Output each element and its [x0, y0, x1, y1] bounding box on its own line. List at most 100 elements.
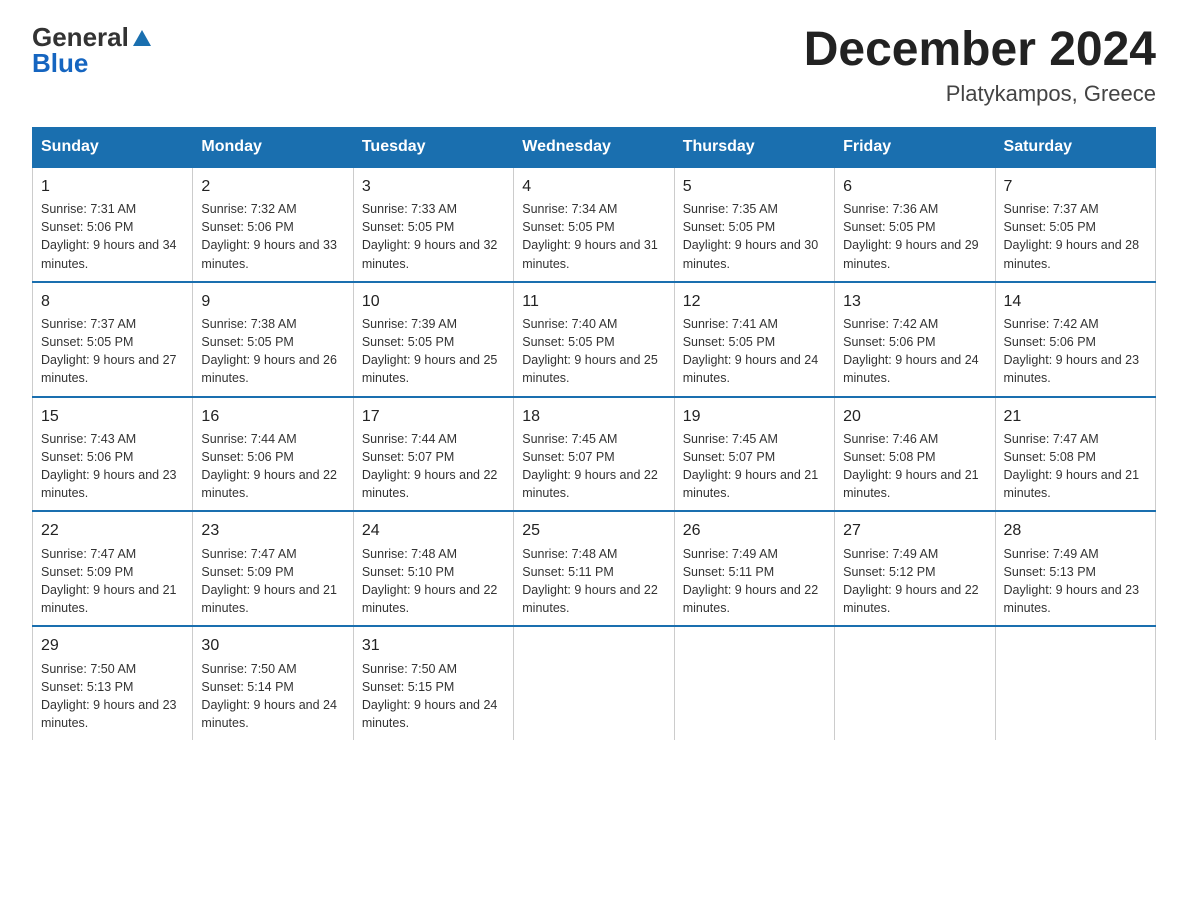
title-block: December 2024 Platykampos, Greece [804, 24, 1156, 107]
day-number: 13 [843, 291, 986, 313]
day-number: 24 [362, 520, 505, 542]
day-number: 25 [522, 520, 665, 542]
day-info: Sunrise: 7:37 AMSunset: 5:05 PMDaylight:… [1004, 200, 1147, 273]
col-friday: Friday [835, 127, 995, 167]
col-tuesday: Tuesday [353, 127, 513, 167]
day-number: 28 [1004, 520, 1147, 542]
calendar-cell: 18 Sunrise: 7:45 AMSunset: 5:07 PMDaylig… [514, 397, 674, 512]
header-row: Sunday Monday Tuesday Wednesday Thursday… [33, 127, 1156, 167]
day-info: Sunrise: 7:31 AMSunset: 5:06 PMDaylight:… [41, 200, 184, 273]
day-info: Sunrise: 7:45 AMSunset: 5:07 PMDaylight:… [522, 430, 665, 503]
week-row: 8 Sunrise: 7:37 AMSunset: 5:05 PMDayligh… [33, 282, 1156, 397]
calendar-cell: 2 Sunrise: 7:32 AMSunset: 5:06 PMDayligh… [193, 167, 353, 282]
calendar-cell: 9 Sunrise: 7:38 AMSunset: 5:05 PMDayligh… [193, 282, 353, 397]
day-info: Sunrise: 7:34 AMSunset: 5:05 PMDaylight:… [522, 200, 665, 273]
day-number: 27 [843, 520, 986, 542]
calendar-cell: 30 Sunrise: 7:50 AMSunset: 5:14 PMDaylig… [193, 626, 353, 740]
day-info: Sunrise: 7:47 AMSunset: 5:08 PMDaylight:… [1004, 430, 1147, 503]
calendar-cell: 19 Sunrise: 7:45 AMSunset: 5:07 PMDaylig… [674, 397, 834, 512]
calendar-table: Sunday Monday Tuesday Wednesday Thursday… [32, 127, 1156, 740]
day-info: Sunrise: 7:44 AMSunset: 5:06 PMDaylight:… [201, 430, 344, 503]
calendar-cell: 31 Sunrise: 7:50 AMSunset: 5:15 PMDaylig… [353, 626, 513, 740]
day-info: Sunrise: 7:44 AMSunset: 5:07 PMDaylight:… [362, 430, 505, 503]
calendar-cell: 7 Sunrise: 7:37 AMSunset: 5:05 PMDayligh… [995, 167, 1155, 282]
logo-blue: Blue [32, 50, 88, 76]
calendar-cell: 12 Sunrise: 7:41 AMSunset: 5:05 PMDaylig… [674, 282, 834, 397]
day-info: Sunrise: 7:50 AMSunset: 5:15 PMDaylight:… [362, 660, 505, 733]
col-wednesday: Wednesday [514, 127, 674, 167]
day-number: 3 [362, 176, 505, 198]
day-info: Sunrise: 7:39 AMSunset: 5:05 PMDaylight:… [362, 315, 505, 388]
day-number: 22 [41, 520, 184, 542]
day-info: Sunrise: 7:49 AMSunset: 5:11 PMDaylight:… [683, 545, 826, 618]
day-info: Sunrise: 7:47 AMSunset: 5:09 PMDaylight:… [41, 545, 184, 618]
day-info: Sunrise: 7:37 AMSunset: 5:05 PMDaylight:… [41, 315, 184, 388]
day-number: 19 [683, 406, 826, 428]
day-info: Sunrise: 7:38 AMSunset: 5:05 PMDaylight:… [201, 315, 344, 388]
calendar-cell: 16 Sunrise: 7:44 AMSunset: 5:06 PMDaylig… [193, 397, 353, 512]
calendar-cell: 10 Sunrise: 7:39 AMSunset: 5:05 PMDaylig… [353, 282, 513, 397]
calendar-cell: 21 Sunrise: 7:47 AMSunset: 5:08 PMDaylig… [995, 397, 1155, 512]
day-info: Sunrise: 7:50 AMSunset: 5:14 PMDaylight:… [201, 660, 344, 733]
day-info: Sunrise: 7:32 AMSunset: 5:06 PMDaylight:… [201, 200, 344, 273]
week-row: 15 Sunrise: 7:43 AMSunset: 5:06 PMDaylig… [33, 397, 1156, 512]
month-title: December 2024 [804, 24, 1156, 77]
calendar-body: 1 Sunrise: 7:31 AMSunset: 5:06 PMDayligh… [33, 167, 1156, 740]
calendar-cell: 8 Sunrise: 7:37 AMSunset: 5:05 PMDayligh… [33, 282, 193, 397]
calendar-cell: 29 Sunrise: 7:50 AMSunset: 5:13 PMDaylig… [33, 626, 193, 740]
day-info: Sunrise: 7:47 AMSunset: 5:09 PMDaylight:… [201, 545, 344, 618]
day-info: Sunrise: 7:48 AMSunset: 5:10 PMDaylight:… [362, 545, 505, 618]
calendar-cell [995, 626, 1155, 740]
day-number: 29 [41, 635, 184, 657]
day-info: Sunrise: 7:48 AMSunset: 5:11 PMDaylight:… [522, 545, 665, 618]
calendar-cell: 6 Sunrise: 7:36 AMSunset: 5:05 PMDayligh… [835, 167, 995, 282]
calendar-cell [835, 626, 995, 740]
day-number: 26 [683, 520, 826, 542]
day-info: Sunrise: 7:46 AMSunset: 5:08 PMDaylight:… [843, 430, 986, 503]
calendar-cell: 20 Sunrise: 7:46 AMSunset: 5:08 PMDaylig… [835, 397, 995, 512]
logo-triangle-icon [131, 26, 153, 48]
calendar-cell: 23 Sunrise: 7:47 AMSunset: 5:09 PMDaylig… [193, 511, 353, 626]
calendar-cell: 26 Sunrise: 7:49 AMSunset: 5:11 PMDaylig… [674, 511, 834, 626]
day-number: 17 [362, 406, 505, 428]
day-number: 18 [522, 406, 665, 428]
week-row: 1 Sunrise: 7:31 AMSunset: 5:06 PMDayligh… [33, 167, 1156, 282]
day-number: 6 [843, 176, 986, 198]
calendar-cell: 22 Sunrise: 7:47 AMSunset: 5:09 PMDaylig… [33, 511, 193, 626]
calendar-cell: 4 Sunrise: 7:34 AMSunset: 5:05 PMDayligh… [514, 167, 674, 282]
day-number: 8 [41, 291, 184, 313]
col-saturday: Saturday [995, 127, 1155, 167]
col-monday: Monday [193, 127, 353, 167]
calendar-cell: 28 Sunrise: 7:49 AMSunset: 5:13 PMDaylig… [995, 511, 1155, 626]
day-number: 30 [201, 635, 344, 657]
calendar-header: Sunday Monday Tuesday Wednesday Thursday… [33, 127, 1156, 167]
day-info: Sunrise: 7:40 AMSunset: 5:05 PMDaylight:… [522, 315, 665, 388]
day-number: 5 [683, 176, 826, 198]
day-info: Sunrise: 7:41 AMSunset: 5:05 PMDaylight:… [683, 315, 826, 388]
calendar-cell: 3 Sunrise: 7:33 AMSunset: 5:05 PMDayligh… [353, 167, 513, 282]
calendar-cell: 13 Sunrise: 7:42 AMSunset: 5:06 PMDaylig… [835, 282, 995, 397]
day-number: 14 [1004, 291, 1147, 313]
day-info: Sunrise: 7:49 AMSunset: 5:12 PMDaylight:… [843, 545, 986, 618]
calendar-cell: 11 Sunrise: 7:40 AMSunset: 5:05 PMDaylig… [514, 282, 674, 397]
day-info: Sunrise: 7:45 AMSunset: 5:07 PMDaylight:… [683, 430, 826, 503]
col-thursday: Thursday [674, 127, 834, 167]
day-number: 15 [41, 406, 184, 428]
day-info: Sunrise: 7:42 AMSunset: 5:06 PMDaylight:… [1004, 315, 1147, 388]
logo: General Blue [32, 24, 153, 76]
day-number: 20 [843, 406, 986, 428]
day-info: Sunrise: 7:36 AMSunset: 5:05 PMDaylight:… [843, 200, 986, 273]
day-info: Sunrise: 7:49 AMSunset: 5:13 PMDaylight:… [1004, 545, 1147, 618]
day-number: 10 [362, 291, 505, 313]
day-number: 12 [683, 291, 826, 313]
location-title: Platykampos, Greece [804, 81, 1156, 107]
day-number: 23 [201, 520, 344, 542]
calendar-cell: 17 Sunrise: 7:44 AMSunset: 5:07 PMDaylig… [353, 397, 513, 512]
day-info: Sunrise: 7:50 AMSunset: 5:13 PMDaylight:… [41, 660, 184, 733]
logo-general: General [32, 24, 129, 50]
week-row: 22 Sunrise: 7:47 AMSunset: 5:09 PMDaylig… [33, 511, 1156, 626]
calendar-cell [674, 626, 834, 740]
day-number: 7 [1004, 176, 1147, 198]
day-number: 21 [1004, 406, 1147, 428]
day-info: Sunrise: 7:35 AMSunset: 5:05 PMDaylight:… [683, 200, 826, 273]
